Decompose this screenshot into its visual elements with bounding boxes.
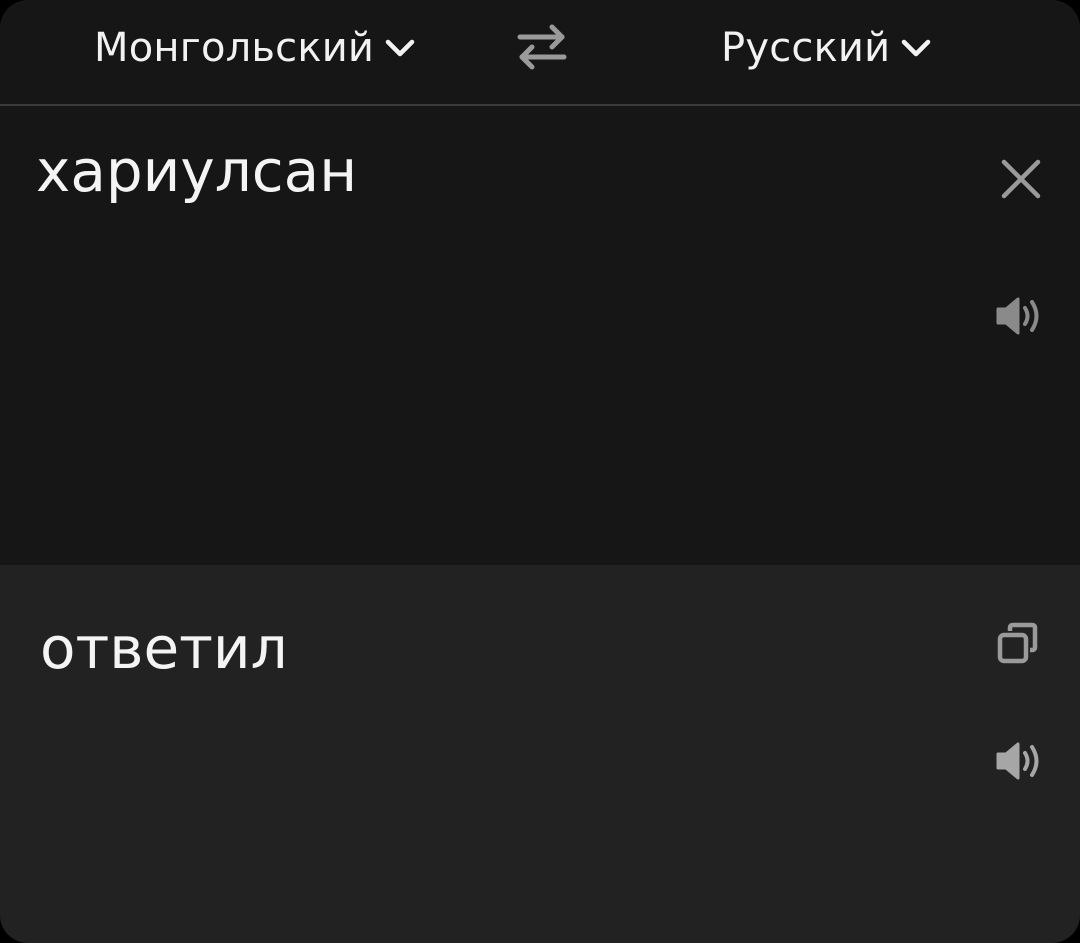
speaker-icon [996,742,1039,780]
target-language-select[interactable]: Русский [721,20,932,76]
copy-button[interactable] [994,619,1044,669]
close-icon [1001,159,1041,199]
chevron-down-icon [900,32,932,64]
swap-arrows-icon [517,24,567,70]
speak-source-button[interactable] [994,294,1048,338]
source-input-pane[interactable]: хариулсан [0,106,1080,565]
speak-translation-button[interactable] [994,739,1048,783]
translation-text: ответил [40,614,288,682]
source-text-input[interactable]: хариулсан [36,136,357,206]
speaker-icon [996,297,1039,335]
swap-languages-button[interactable] [512,22,572,72]
translation-result-pane: ответил [0,565,1080,943]
target-language-label: Русский [721,25,891,71]
source-language-select[interactable]: Монгольский [94,20,416,76]
source-language-label: Монгольский [94,25,375,71]
copy-icon [997,622,1038,664]
translator-app: Монгольский Русский хариулсан ответил [0,0,1080,943]
clear-button[interactable] [996,154,1046,204]
chevron-down-icon [384,32,416,64]
language-bar: Монгольский Русский [0,0,1080,106]
